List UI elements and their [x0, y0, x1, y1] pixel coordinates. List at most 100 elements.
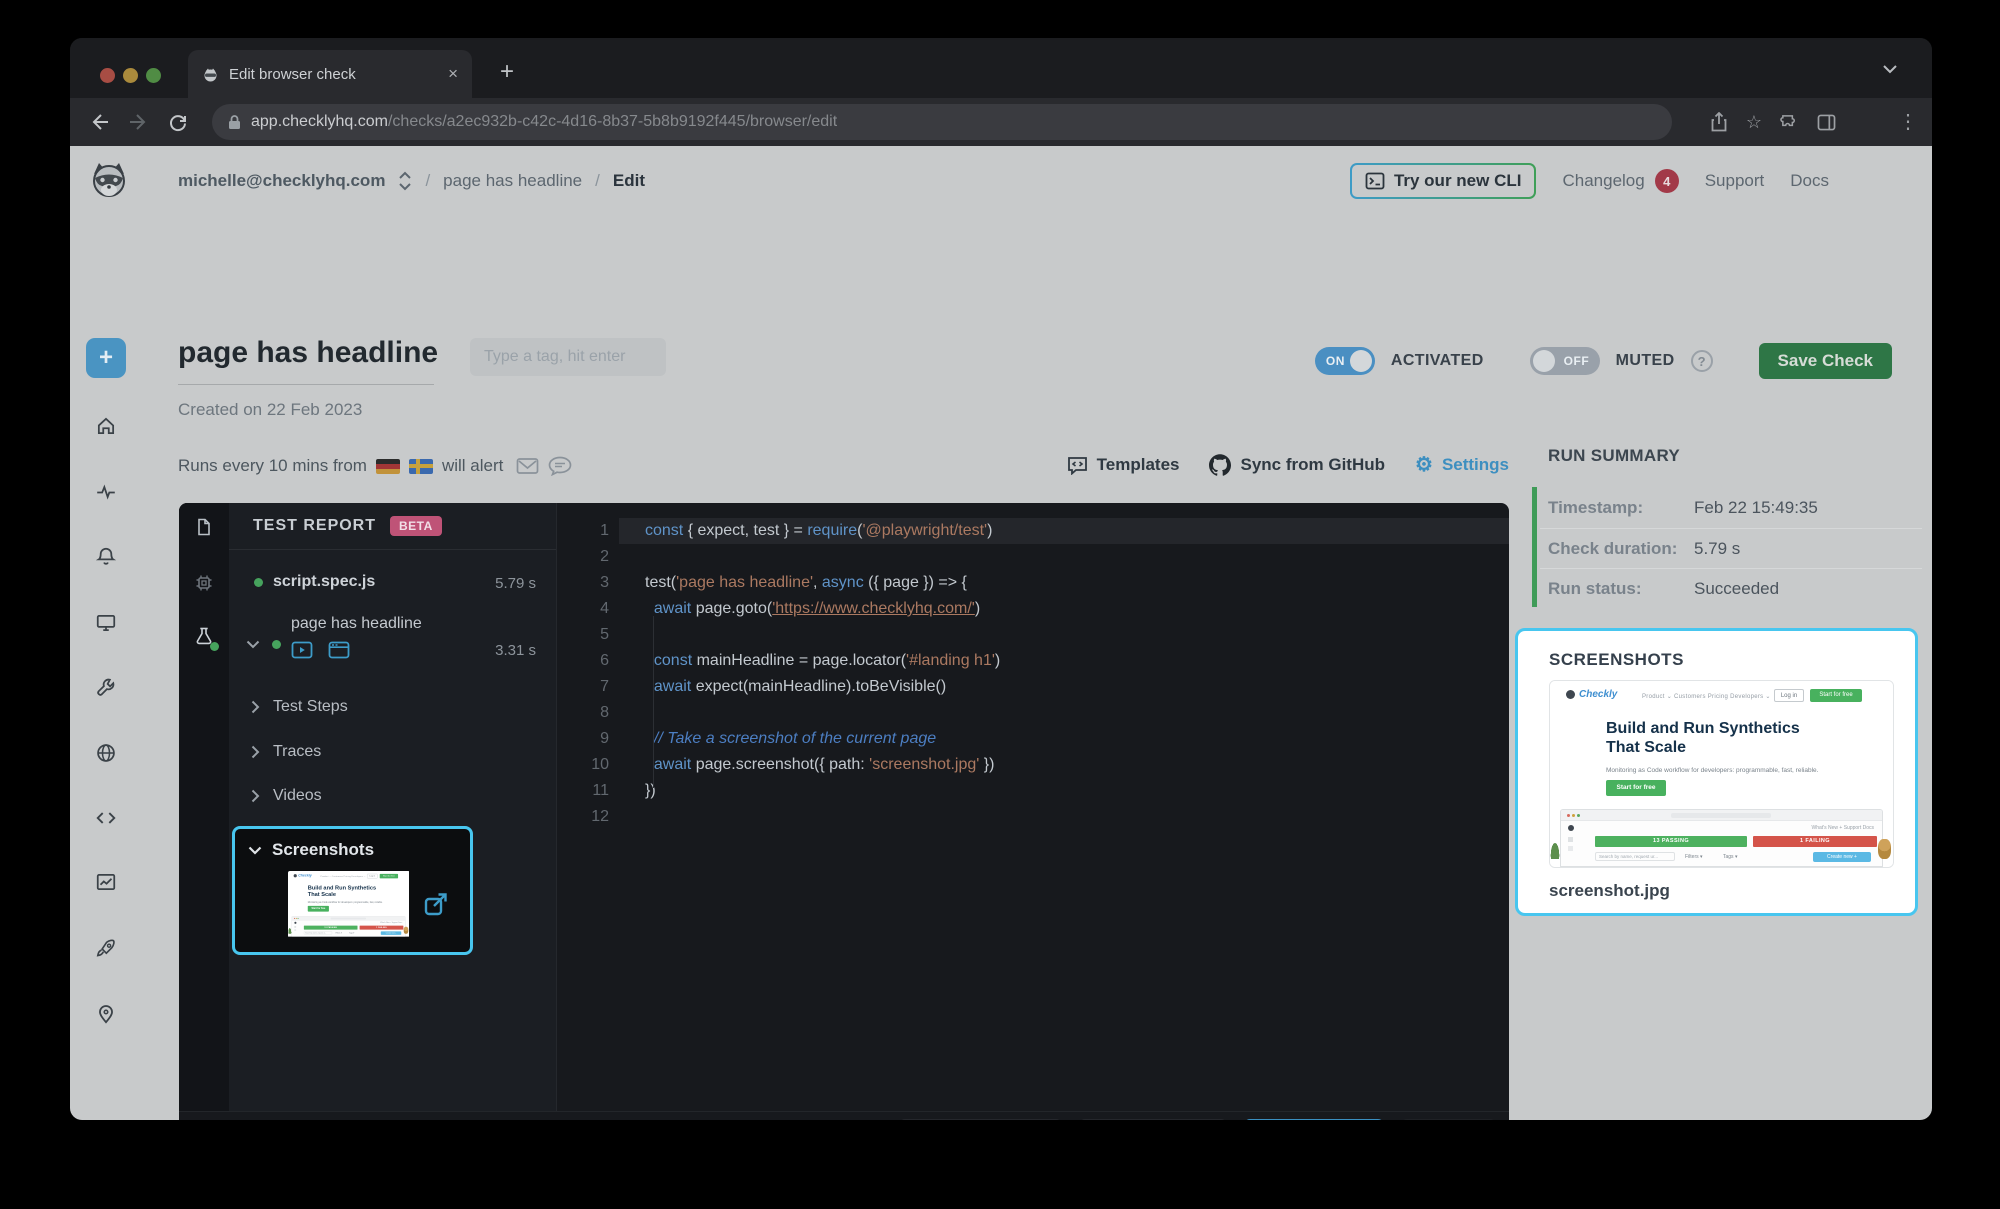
screenshot-thumbnail-small[interactable]: Checkly Product ⌄ Customers Pricing Deve… — [288, 871, 410, 938]
title-underline — [178, 384, 434, 385]
code-line[interactable]: 5 — [557, 622, 1509, 648]
mini-rail-icon — [294, 926, 296, 928]
activated-toggle[interactable]: ON — [1315, 347, 1375, 375]
muted-help-icon[interactable]: ? — [1691, 350, 1713, 372]
app-top-nav: michelle@checklyhq.com / page has headli… — [70, 146, 1932, 216]
extensions-puzzle-icon[interactable] — [1780, 113, 1799, 132]
tab-close-icon[interactable]: × — [448, 64, 458, 84]
tab-title: Edit browser check — [229, 66, 438, 83]
forward-icon[interactable] — [128, 112, 150, 132]
code-line[interactable]: 8 — [557, 700, 1509, 726]
spec-file-row[interactable]: script.spec.js 5.79 s — [229, 569, 556, 599]
chat-alert-icon[interactable] — [548, 456, 572, 476]
checkly-landing-thumbnail: Checkly Product ⌄ Customers Pricing Deve… — [1550, 681, 1893, 867]
create-new-button[interactable]: + — [86, 338, 126, 378]
browser-menu-kebab-icon[interactable]: ⋮ — [1898, 112, 1918, 132]
email-alert-icon[interactable] — [516, 457, 539, 475]
mini-nav-links: Product ⌄ Customers Pricing Developers ⌄ — [1642, 693, 1771, 700]
code-line[interactable]: 6 const mainHeadline = page.locator('#la… — [557, 648, 1509, 674]
sidebar-locations-pin-icon[interactable] — [95, 1003, 117, 1025]
stop-button[interactable]: Stop — [1401, 1119, 1496, 1120]
mini-headline-line2: That Scale — [308, 891, 376, 898]
bookmark-star-icon[interactable]: ☆ — [1746, 113, 1762, 131]
reload-icon[interactable] — [168, 112, 188, 132]
check-name-title[interactable]: page has headline — [178, 336, 438, 370]
close-window-button[interactable] — [100, 68, 115, 83]
mini-filters: Filters ▾ — [336, 932, 342, 934]
user-avatar[interactable] — [1855, 163, 1892, 200]
mini-logo-icon — [294, 874, 297, 877]
breadcrumb-check-link[interactable]: page has headline — [443, 171, 582, 191]
sidebar-private-locations-globe-icon[interactable] — [95, 742, 117, 764]
browser-profile-avatar[interactable] — [1854, 109, 1880, 135]
sidebar-api-checks-code-icon[interactable] — [95, 807, 117, 829]
code-line[interactable]: 9 // Take a screenshot of the current pa… — [557, 726, 1509, 752]
sidebar-dashboards-icon[interactable] — [95, 481, 117, 503]
tab-search-chevron-icon[interactable] — [1882, 64, 1898, 74]
settings-button[interactable]: ⚙ Settings — [1415, 455, 1509, 475]
region-selector[interactable]: N. Virginia — [1079, 1119, 1227, 1120]
screenshot-thumbnail-large[interactable]: Checkly Product ⌄ Customers Pricing Deve… — [1549, 680, 1894, 868]
checkly-logo[interactable] — [86, 158, 132, 204]
section-test-steps[interactable]: Test Steps — [229, 695, 556, 719]
chevron-down-icon[interactable] — [246, 640, 260, 649]
minimize-window-button[interactable] — [123, 68, 138, 83]
file-tab-icon[interactable] — [194, 517, 214, 537]
sidebar-alerts-bell-icon[interactable] — [95, 546, 117, 568]
code-line[interactable]: 3test('page has headline', async ({ page… — [557, 570, 1509, 596]
open-external-icon[interactable] — [423, 891, 449, 917]
zoom-window-button[interactable] — [146, 68, 161, 83]
share-icon[interactable] — [1710, 112, 1728, 132]
test-case-row[interactable]: page has headline 3.31 s — [229, 615, 556, 677]
mini-app-logo — [294, 922, 296, 924]
code-line[interactable]: 11}) — [557, 778, 1509, 804]
code-line[interactable]: 2 — [557, 544, 1509, 570]
screenshots-panel-highlighted[interactable]: SCREENSHOTS Checkly Product ⌄ Customers … — [1515, 628, 1918, 916]
video-icon[interactable] — [291, 641, 313, 659]
mini-dashboard-mockup: What's New + Support Docs 13 PASSING 1 F… — [1560, 809, 1883, 867]
sidebar-browser-checks-icon[interactable] — [95, 612, 117, 634]
templates-button[interactable]: Templates — [1067, 455, 1180, 475]
tag-input[interactable] — [470, 338, 666, 376]
docs-link[interactable]: Docs — [1790, 171, 1829, 191]
account-switcher-chevrons-icon[interactable] — [398, 170, 412, 192]
support-link[interactable]: Support — [1705, 171, 1765, 191]
mini-logo: Checkly — [1566, 689, 1617, 700]
sidebar-maintenance-wrench-icon[interactable] — [95, 677, 117, 699]
muted-toggle[interactable]: OFF — [1530, 347, 1600, 375]
browser-tab[interactable]: Edit browser check × — [188, 50, 472, 98]
code-editor[interactable]: 1const { expect, test } = require('@play… — [557, 503, 1509, 1111]
schedule-summary: Runs every 10 mins from will alert — [178, 456, 572, 476]
browser-window-icon[interactable] — [328, 641, 350, 659]
save-check-button[interactable]: Save Check — [1759, 343, 1892, 379]
changelog-link[interactable]: Changelog — [1562, 171, 1644, 191]
code-line[interactable]: 1const { expect, test } = require('@play… — [557, 518, 1509, 544]
code-text: const { expect, test } = require('@playw… — [609, 518, 992, 544]
try-cli-button[interactable]: Try our new CLI — [1350, 163, 1537, 199]
run-script-button[interactable]: Run Script — [1244, 1119, 1385, 1120]
code-line[interactable]: 12 — [557, 804, 1509, 830]
sync-github-button[interactable]: Sync from GitHub — [1209, 454, 1385, 476]
account-switcher[interactable]: michelle@checklyhq.com — [178, 171, 385, 191]
debug-cpu-tab-icon[interactable] — [194, 573, 214, 593]
section-traces[interactable]: Traces — [229, 740, 556, 764]
code-line[interactable]: 7 await expect(mainHeadline).toBeVisible… — [557, 674, 1509, 700]
code-line[interactable]: 10 await page.screenshot({ path: 'screen… — [557, 752, 1509, 778]
mini-nav-links: Product ⌄ Customers Pricing Developers ⌄ — [320, 875, 365, 877]
address-bar[interactable]: app.checklyhq.com/checks/a2ec932b-c42c-4… — [212, 104, 1672, 140]
mini-failing-bar: 1 FAILING — [360, 926, 404, 930]
mini-login-button: Log in — [1774, 689, 1804, 702]
try-cli-label: Try our new CLI — [1394, 171, 1522, 191]
section-videos[interactable]: Videos — [229, 784, 556, 808]
back-icon[interactable] — [88, 112, 110, 132]
chevron-down-icon[interactable] — [248, 846, 262, 855]
side-panel-icon[interactable] — [1817, 114, 1836, 131]
section-screenshots-highlighted[interactable]: Screenshots Checkly Product ⌄ Customers … — [232, 826, 473, 955]
mini-mascot-decoration — [404, 927, 409, 934]
sidebar-analytics-chart-icon[interactable] — [95, 871, 117, 893]
sidebar-quickstart-rocket-icon[interactable] — [95, 938, 117, 960]
runtime-selector[interactable]: Runtime 2022.10 — [899, 1119, 1061, 1120]
sidebar-home-icon[interactable] — [95, 415, 117, 437]
code-line[interactable]: 4 await page.goto('https://www.checklyhq… — [557, 596, 1509, 622]
new-tab-button[interactable]: + — [500, 60, 514, 84]
